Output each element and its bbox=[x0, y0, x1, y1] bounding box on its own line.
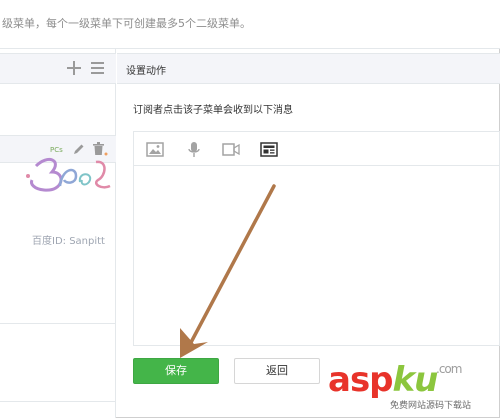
menu-list-header bbox=[0, 53, 116, 84]
save-button[interactable]: 保存 bbox=[133, 358, 219, 384]
back-button[interactable]: 返回 bbox=[234, 358, 320, 384]
sort-menu-icon[interactable] bbox=[91, 62, 104, 74]
add-menu-icon[interactable] bbox=[66, 60, 82, 76]
menu-hint-text: 级菜单，每个一级菜单下可创建最多5个二级菜单。 bbox=[2, 17, 251, 30]
logo-tld: .com bbox=[436, 362, 462, 376]
logo-ku: ku bbox=[392, 360, 439, 400]
watermark-logo-icon: PCs bbox=[26, 146, 111, 192]
editor-toolbar bbox=[134, 132, 500, 166]
action-description: 订阅者点击该子菜单会收到以下消息 bbox=[133, 105, 293, 116]
menu-hint-bar: 级菜单，每个一级菜单下可创建最多5个二级菜单。 bbox=[0, 0, 500, 49]
menu-divider bbox=[0, 401, 116, 402]
svg-text:PCs: PCs bbox=[50, 146, 63, 154]
news-icon[interactable] bbox=[260, 142, 278, 157]
microphone-icon[interactable] bbox=[185, 142, 203, 157]
message-editor[interactable] bbox=[133, 131, 500, 346]
action-settings-header: 设置动作 bbox=[117, 53, 500, 84]
video-icon[interactable] bbox=[222, 142, 240, 157]
watermark-text: 百度ID: Sanpitt bbox=[32, 236, 105, 247]
menu-divider bbox=[0, 323, 116, 324]
image-icon[interactable] bbox=[146, 142, 164, 157]
logo-asp: asp bbox=[328, 360, 394, 400]
logo-subtitle: 免费网站源码下载站 bbox=[390, 401, 472, 411]
action-settings-title: 设置动作 bbox=[126, 66, 166, 77]
